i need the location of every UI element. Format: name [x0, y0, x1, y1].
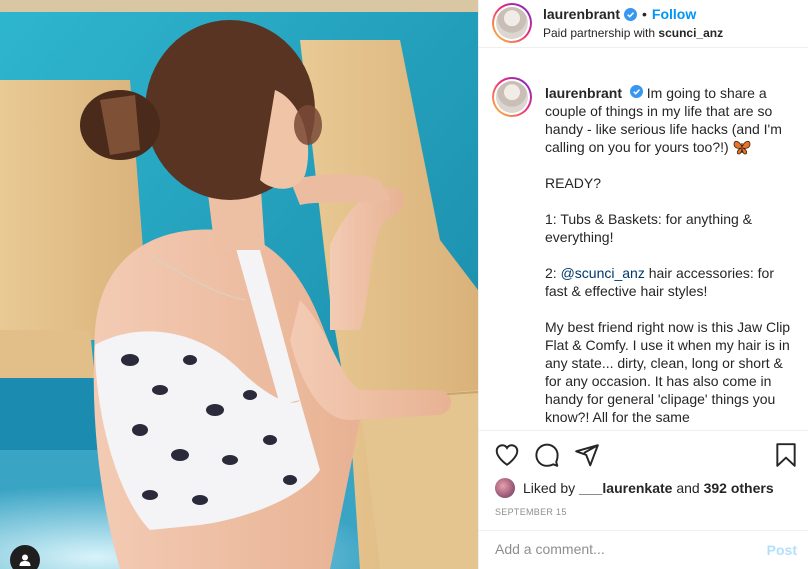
caption-ready: READY?: [545, 175, 602, 191]
butterfly-emoji-icon: [733, 140, 750, 155]
liker-avatar[interactable]: [495, 478, 515, 498]
comment-icon[interactable]: [534, 442, 560, 468]
post-details-panel: laurenbrant • Follow Paid partnership wi…: [478, 0, 808, 569]
post-date[interactable]: SEPTEMBER 15: [495, 507, 567, 517]
caption-item-2-prefix: 2:: [545, 265, 557, 281]
likes-prefix: Liked by: [523, 480, 576, 496]
caption-text: laurenbrant Im going to share a couple o…: [545, 84, 795, 430]
caption-paragraph: My best friend right now is this Jaw Cli…: [545, 319, 791, 425]
follow-button[interactable]: Follow: [652, 6, 696, 22]
caption-item-1: 1: Tubs & Baskets: for anything & everyt…: [545, 211, 752, 245]
verified-badge-icon: [624, 7, 638, 21]
post-header: laurenbrant • Follow Paid partnership wi…: [479, 0, 808, 48]
heart-icon[interactable]: [494, 442, 520, 468]
caption-username[interactable]: laurenbrant: [545, 85, 622, 101]
verified-badge-icon: [629, 85, 643, 98]
comment-bar: Post: [479, 530, 808, 569]
author-avatar[interactable]: [492, 3, 532, 43]
user-tag-icon: [19, 554, 31, 566]
likes-line: Liked by ___laurenkate and 392 others: [495, 478, 774, 498]
caption-author-avatar[interactable]: [492, 77, 532, 117]
likes-others-link[interactable]: 392 others: [704, 480, 774, 496]
partnership-line: Paid partnership with scunci_anz: [543, 26, 723, 40]
separator-dot: •: [642, 6, 647, 22]
liker-username[interactable]: ___laurenkate: [579, 480, 672, 496]
post-image: [0, 0, 478, 569]
user-tag-button[interactable]: [10, 545, 40, 569]
action-bar: [479, 430, 808, 478]
comment-input[interactable]: [495, 541, 755, 557]
mention-link[interactable]: @scunci_anz: [561, 265, 645, 281]
caption-item-2: 2: @scunci_anz hair accessories: for fas…: [545, 264, 795, 300]
bookmark-icon[interactable]: [773, 442, 799, 468]
post-photo[interactable]: [0, 0, 478, 569]
author-username[interactable]: laurenbrant: [543, 6, 620, 22]
partner-link[interactable]: scunci_anz: [658, 26, 723, 40]
post-comment-button[interactable]: Post: [767, 542, 797, 558]
partnership-prefix: Paid partnership with: [543, 26, 656, 40]
author-line: laurenbrant • Follow: [543, 6, 696, 22]
paper-plane-icon[interactable]: [574, 442, 600, 468]
likes-and: and: [676, 480, 700, 496]
caption-area: laurenbrant Im going to share a couple o…: [479, 62, 808, 430]
